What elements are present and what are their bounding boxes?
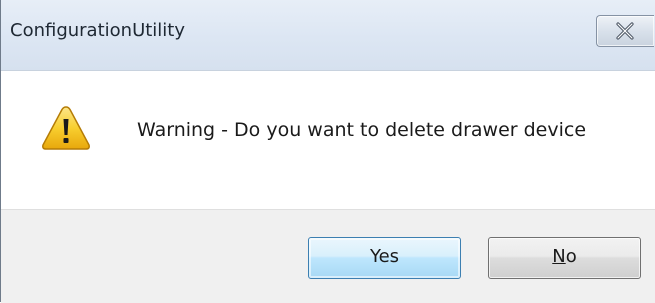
button-bar: Yes No [1, 209, 655, 303]
no-button-mnemonic: N [552, 246, 566, 267]
window-title: ConfigurationUtility [10, 20, 186, 41]
close-icon [616, 22, 634, 40]
yes-button-label: Yes [369, 246, 400, 267]
message-text: Warning - Do you want to delete drawer d… [137, 119, 587, 141]
no-button[interactable]: No [488, 237, 641, 279]
yes-button[interactable]: Yes [308, 237, 461, 279]
title-bar[interactable]: ConfigurationUtility [1, 0, 655, 71]
no-button-label: o [565, 246, 577, 267]
close-button[interactable] [596, 15, 654, 47]
dialog-content: Warning - Do you want to delete drawer d… [1, 71, 655, 209]
warning-icon [42, 106, 90, 150]
message-dialog: ConfigurationUtility Warning - Do you wa… [0, 0, 655, 303]
